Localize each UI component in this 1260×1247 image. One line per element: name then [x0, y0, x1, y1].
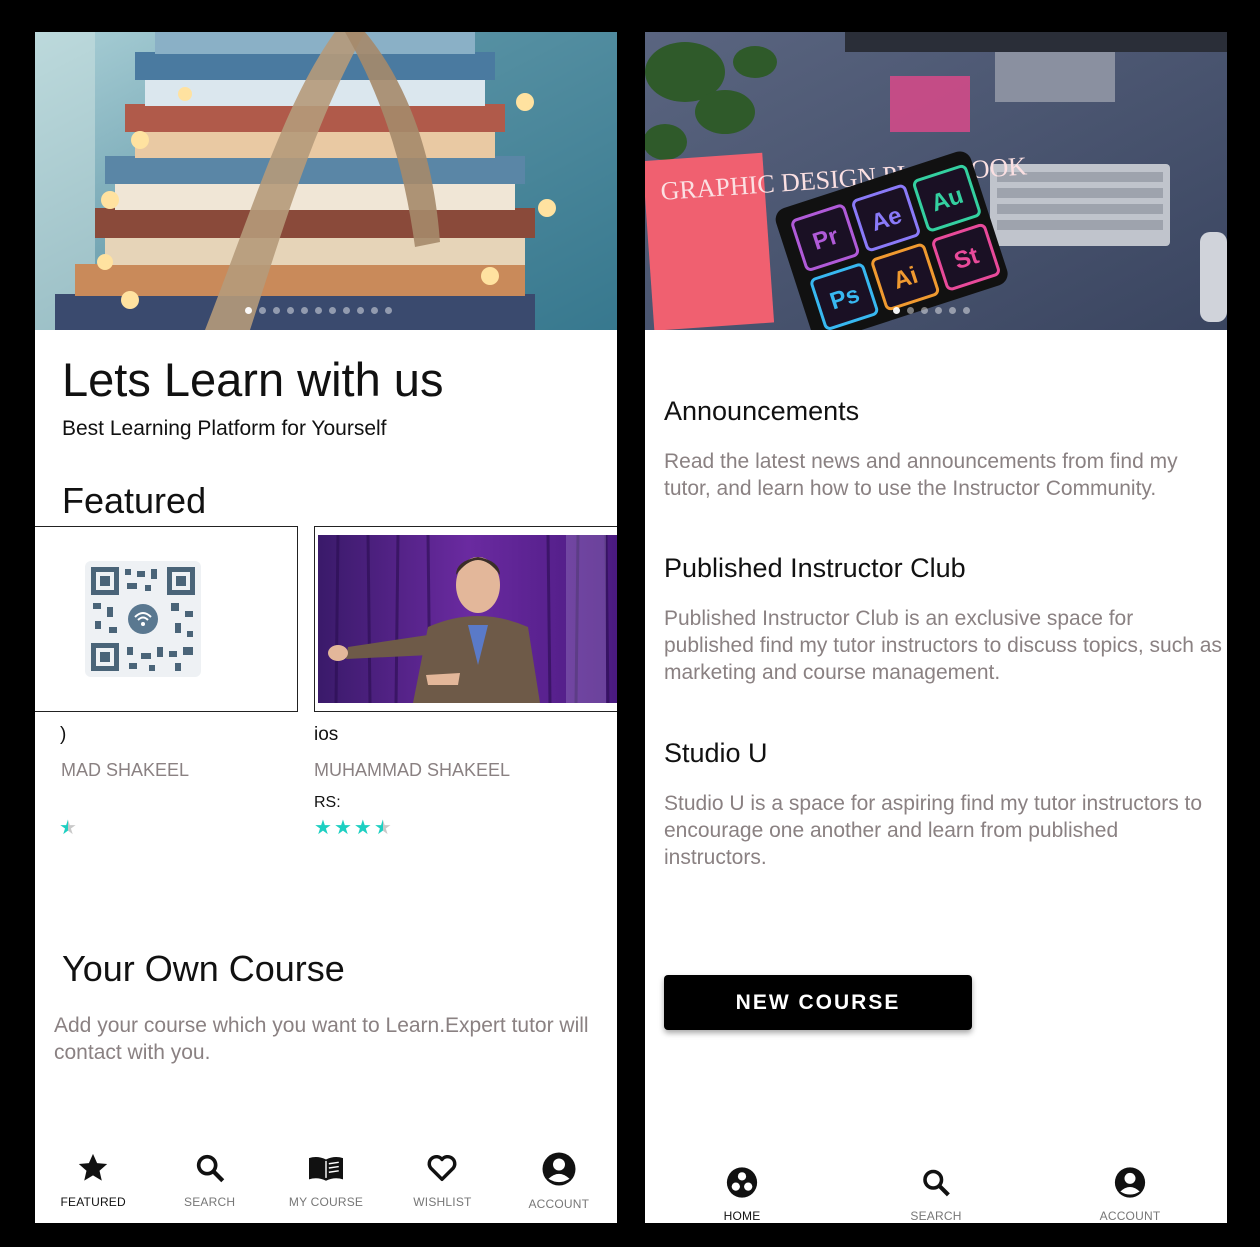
course-price: RS: — [314, 794, 341, 811]
section-text: Read the latest news and announcements f… — [664, 450, 1178, 500]
carousel-dot[interactable] — [301, 307, 308, 314]
own-course-text: Add your course which you want to Learn.… — [54, 1014, 589, 1064]
design-desk-photo: GRAPHIC DESIGN PLAY BOOK PrAeAuPsAiSt — [645, 32, 1227, 330]
half-star-icon: ★ — [59, 817, 77, 839]
account-icon — [1114, 1167, 1146, 1198]
carousel-dot[interactable] — [357, 307, 364, 314]
nav-item-search[interactable]: SEARCH — [839, 1166, 1033, 1223]
carousel-dot[interactable] — [907, 307, 914, 314]
carousel-dot[interactable] — [245, 307, 252, 314]
nav-item-account[interactable]: ACCOUNT — [1033, 1166, 1227, 1223]
hero-carousel-design[interactable]: GRAPHIC DESIGN PLAY BOOK Pr Ae Au Ps Ai St — [645, 32, 1227, 330]
nav-item-home[interactable]: HOME — [645, 1166, 839, 1223]
course-title: ) — [60, 724, 67, 745]
page-title: Lets Learn with us — [62, 353, 444, 406]
course-title: ios — [314, 724, 339, 745]
carousel-dot[interactable] — [921, 307, 928, 314]
nav-label: ACCOUNT — [1099, 1209, 1161, 1223]
star-icon: ★ — [333, 817, 352, 839]
carousel-dots[interactable] — [893, 307, 970, 314]
course-rating: ★ — [59, 818, 77, 838]
featured-screen: Lets Learn with us Best Learning Platfor… — [35, 32, 617, 1223]
bottom-nav: HOME SEARCH ACCOUNT — [645, 1166, 1227, 1223]
instructor-photo — [318, 535, 617, 703]
featured-heading: Featured — [62, 480, 207, 521]
section-heading: Announcements — [664, 396, 860, 426]
course-card[interactable] — [314, 526, 617, 712]
nav-label: MY COURSE — [288, 1195, 364, 1209]
own-course-heading: Your Own Course — [62, 948, 345, 989]
carousel-dot[interactable] — [259, 307, 266, 314]
carousel-dot[interactable] — [963, 307, 970, 314]
section-text: Studio U is a space for aspiring find my… — [664, 792, 1203, 869]
star-icon — [79, 1153, 108, 1181]
nav-label: SEARCH — [910, 1209, 962, 1223]
course-author: MAD SHAKEEL — [61, 760, 190, 780]
home-screen: GRAPHIC DESIGN PLAY BOOK Pr Ae Au Ps Ai St An… — [645, 32, 1227, 1223]
carousel-dot[interactable] — [329, 307, 336, 314]
nav-label: HOME — [723, 1209, 761, 1223]
nav-label: ACCOUNT — [528, 1197, 590, 1211]
section-heading: Published Instructor Club — [664, 553, 966, 583]
carousel-dot[interactable] — [273, 307, 280, 314]
book-icon — [309, 1156, 344, 1181]
half-star-icon: ★ — [373, 817, 392, 839]
nav-item-account[interactable]: ACCOUNT — [501, 1151, 617, 1211]
section-text: Published Instructor Club is an exclusiv… — [664, 607, 1222, 684]
nav-item-wishlist[interactable]: WISHLIST — [384, 1151, 500, 1211]
course-card[interactable] — [35, 526, 298, 712]
carousel-dots[interactable] — [245, 307, 392, 314]
carousel-dot[interactable] — [343, 307, 350, 314]
account-icon — [542, 1152, 576, 1186]
star-icon: ★ — [353, 817, 372, 839]
nav-label: WISHLIST — [413, 1195, 472, 1209]
books-stack-photo — [35, 32, 617, 330]
carousel-dot[interactable] — [315, 307, 322, 314]
hero-carousel-books[interactable] — [35, 32, 617, 330]
course-rating: ★ ★ ★ ★ — [314, 818, 392, 838]
nav-label: SEARCH — [184, 1195, 236, 1209]
carousel-dot[interactable] — [949, 307, 956, 314]
nav-label: FEATURED — [60, 1195, 126, 1209]
search-icon — [196, 1154, 224, 1183]
home-icon — [726, 1167, 758, 1198]
carousel-dot[interactable] — [935, 307, 942, 314]
course-author: MUHAMMAD SHAKEEL — [314, 760, 511, 780]
heart-icon — [427, 1154, 457, 1182]
new-course-button[interactable]: NEW COURSE — [664, 975, 972, 1030]
carousel-dot[interactable] — [287, 307, 294, 314]
carousel-dot[interactable] — [893, 307, 900, 314]
bottom-nav: FEATURED SEARCH MY COURSE WISHLIST ACCOU… — [35, 1151, 617, 1211]
nav-item-featured[interactable]: FEATURED — [35, 1151, 151, 1211]
nav-item-my-course[interactable]: MY COURSE — [268, 1151, 384, 1211]
nav-item-search[interactable]: SEARCH — [151, 1151, 267, 1211]
section-heading: Studio U — [664, 738, 768, 768]
search-icon — [923, 1169, 950, 1197]
carousel-dot[interactable] — [385, 307, 392, 314]
page-subtitle: Best Learning Platform for Yourself — [62, 417, 387, 440]
carousel-dot[interactable] — [371, 307, 378, 314]
qr-code-image — [85, 561, 201, 677]
star-icon: ★ — [314, 817, 332, 839]
